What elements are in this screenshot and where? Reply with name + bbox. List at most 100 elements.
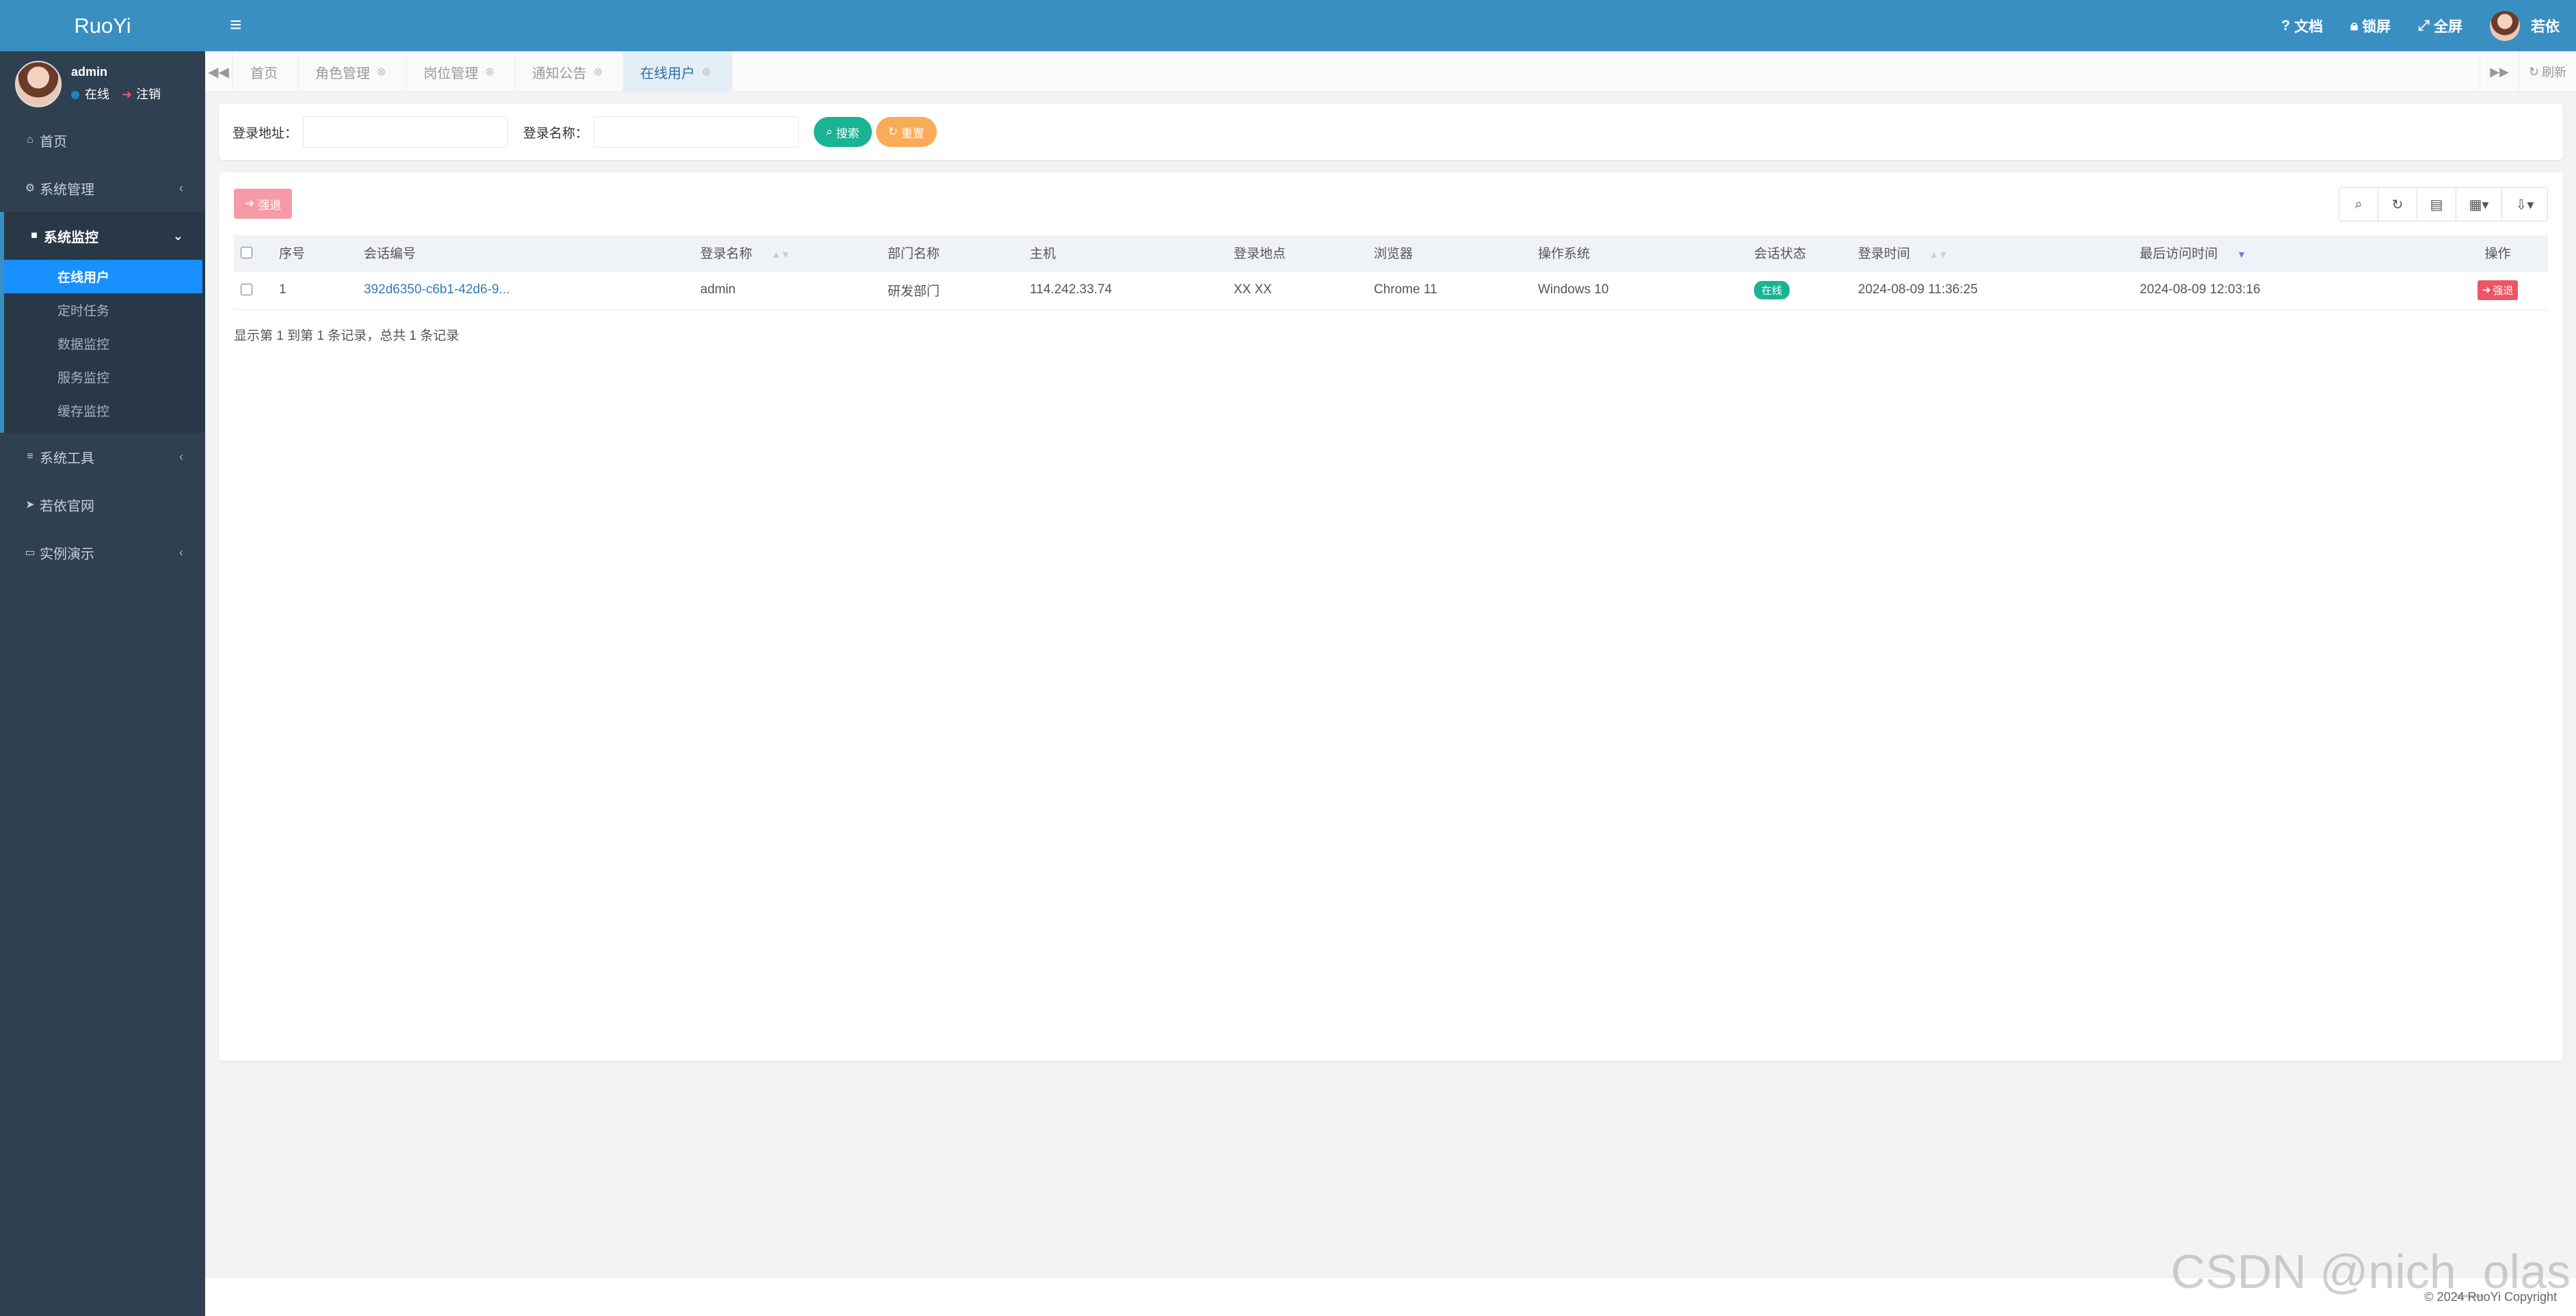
- sidebar-item-label: 实例演示: [40, 546, 94, 562]
- tab-post-management[interactable]: 岗位管理 ⊗: [407, 51, 516, 92]
- sidebar-item-data-monitor[interactable]: 数据监控: [4, 327, 205, 360]
- chevron-left-icon: ‹: [179, 180, 183, 195]
- user-panel: admin 在线 ➜ 注销: [0, 51, 205, 116]
- search-button[interactable]: ⌕ 搜索: [814, 117, 872, 147]
- reset-button[interactable]: ↻ 重置: [875, 117, 937, 147]
- col-header: 会话编号: [357, 235, 693, 271]
- submenu-system-monitor: 在线用户 定时任务 数据监控 服务监控 缓存监控: [0, 260, 205, 433]
- tab-online-users[interactable]: 在线用户 ⊗: [624, 51, 732, 92]
- toggle-search-button[interactable]: ⌕: [2339, 187, 2378, 221]
- avatar[interactable]: [15, 60, 62, 107]
- desktop-icon: ▭: [25, 547, 36, 559]
- fullscreen-link[interactable]: ⤢ 全屏: [2418, 16, 2462, 36]
- row-checkbox[interactable]: [241, 284, 252, 296]
- sidebar-item-demo[interactable]: ▭ 实例演示 ‹: [0, 528, 205, 576]
- cell-login-time: 2024-08-09 11:36:25: [1851, 271, 2133, 310]
- chevron-left-icon: ‹: [179, 449, 183, 464]
- logout-icon: ➜: [122, 88, 133, 101]
- tabs-scroll-right-icon[interactable]: ▶▶: [2480, 51, 2519, 92]
- location-arrow-icon: ➤: [25, 499, 35, 511]
- row-force-logout-button[interactable]: ➜ 强退: [2477, 280, 2519, 300]
- download-icon: ⇩▾: [2515, 197, 2534, 213]
- tabs-scroll-left-icon[interactable]: ◀◀: [205, 51, 233, 92]
- cell-os: Windows 10: [1531, 271, 1747, 310]
- tab-label: 岗位管理: [423, 66, 479, 81]
- cell-last-access: 2024-08-09 12:03:16: [2133, 271, 2447, 310]
- sidebar-item-online-users[interactable]: 在线用户: [4, 260, 202, 293]
- sidebar-item-cache-monitor[interactable]: 缓存监控: [4, 394, 205, 427]
- logout-link[interactable]: ➜ 注销: [122, 85, 161, 103]
- col-header: 部门名称: [881, 235, 1023, 271]
- tab-label: 首页: [250, 66, 278, 81]
- ipaddr-input[interactable]: [303, 116, 509, 148]
- top-navbar: ≡ ? 文档 🔒︎ 锁屏 ⤢ 全屏 若依: [205, 0, 2576, 51]
- docs-link[interactable]: ? 文档: [2281, 16, 2323, 36]
- sidebar-item-official-site[interactable]: ➤ 若依官网: [0, 481, 205, 528]
- select-all-checkbox[interactable]: [241, 247, 252, 259]
- expand-icon: ⤢: [2418, 17, 2430, 33]
- sidebar-item-label: 系统工具: [40, 451, 94, 466]
- video-camera-icon: ■: [31, 230, 38, 241]
- sidebar-item-system-tools[interactable]: ≡ 系统工具 ‹: [0, 433, 205, 481]
- login-name-label: 登录名称：: [523, 126, 589, 141]
- close-icon[interactable]: ⊗: [702, 65, 711, 79]
- lock-screen-link[interactable]: 🔒︎ 锁屏: [2350, 16, 2391, 36]
- online-users-table: 序号 会话编号 登录名称 ▲▼ 部门名称 主机 登录地点 浏览器 操作系统 会话状…: [234, 235, 2548, 310]
- session-id-link[interactable]: 392d6350-c6b1-42d6-9...: [364, 282, 509, 297]
- columns-dropdown-button[interactable]: ▦▾: [2456, 187, 2502, 221]
- export-dropdown-button[interactable]: ⇩▾: [2501, 187, 2548, 221]
- search-icon: ⌕: [826, 125, 833, 138]
- sidebar-item-system-management[interactable]: ⚙ 系统管理 ‹: [0, 164, 205, 212]
- col-header: 操作: [2447, 235, 2548, 271]
- sidebar-item-scheduled-tasks[interactable]: 定时任务: [4, 293, 205, 327]
- refresh-table-button[interactable]: ↻: [2378, 187, 2417, 221]
- th-icon: ▦▾: [2469, 197, 2489, 213]
- table-row: 1 392d6350-c6b1-42d6-9... admin 研发部门 114…: [234, 271, 2548, 310]
- hamburger-menu-icon[interactable]: ≡: [230, 14, 242, 37]
- tab-role-management[interactable]: 角色管理 ⊗: [299, 51, 408, 92]
- col-header-label: 登录名称: [700, 247, 753, 262]
- cell-session-id: 392d6350-c6b1-42d6-9...: [357, 271, 693, 310]
- col-header: 登录地点: [1227, 235, 1367, 271]
- sidebar-item-home[interactable]: ⌂ 首页: [0, 116, 205, 164]
- select-all-checkbox-cell: [234, 235, 272, 271]
- close-icon[interactable]: ⊗: [377, 65, 386, 79]
- sidebar-item-label: 系统管理: [40, 182, 94, 198]
- close-icon[interactable]: ⊗: [594, 65, 602, 79]
- user-menu[interactable]: 若依: [2490, 10, 2560, 41]
- col-header[interactable]: 登录时间 ▲▼: [1851, 235, 2133, 271]
- sidebar-item-label: 系统监控: [44, 230, 98, 245]
- table-toolbar: ⌕ ↻ ▤ ▦▾ ⇩▾: [2339, 187, 2548, 221]
- toggle-view-button[interactable]: ▤: [2417, 187, 2456, 221]
- login-name-input[interactable]: [594, 116, 799, 148]
- col-header[interactable]: 最后访问时间 ▼: [2133, 235, 2447, 271]
- refresh-label: 刷新: [2542, 66, 2566, 79]
- reset-button-label: 重置: [901, 126, 925, 140]
- col-header-label: 登录时间: [1858, 247, 1911, 262]
- cell-browser: Chrome 11: [1367, 271, 1531, 310]
- app-logo[interactable]: RuoYi: [0, 0, 205, 51]
- lock-label: 锁屏: [2362, 18, 2391, 35]
- cell-status: 在线: [1747, 271, 1851, 310]
- home-icon: ⌂: [27, 134, 34, 146]
- row-force-logout-label: 强退: [2493, 284, 2514, 297]
- ipaddr-label: 登录地址：: [233, 126, 298, 141]
- user-name: admin: [71, 65, 108, 79]
- force-logout-label: 强退: [258, 198, 282, 212]
- table-icon: ▤: [2430, 197, 2443, 213]
- sort-icon: ▲▼: [1929, 249, 1948, 260]
- online-users-panel: ➜ 强退 ⌕ ↻ ▤ ▦▾ ⇩▾ 序号 会话编号 登录名称 ▲▼ 部门名称 主机 登…: [219, 172, 2563, 1061]
- force-logout-button[interactable]: ➜ 强退: [234, 189, 293, 219]
- col-header[interactable]: 登录名称 ▲▼: [693, 235, 881, 271]
- sidebar-item-system-monitor[interactable]: ■ 系统监控 ⌄: [0, 212, 205, 260]
- row-checkbox-cell: [234, 271, 272, 310]
- col-header: 操作系统: [1531, 235, 1747, 271]
- sidebar-item-server-monitor[interactable]: 服务监控: [4, 360, 205, 394]
- avatar: [2490, 10, 2520, 41]
- refresh-tab-button[interactable]: ↻ 刷新: [2518, 51, 2576, 92]
- col-header: 序号: [272, 235, 357, 271]
- tab-notice[interactable]: 通知公告 ⊗: [516, 51, 624, 92]
- tab-home[interactable]: 首页: [234, 51, 299, 92]
- tabs-bar: ◀◀ 首页 角色管理 ⊗ 岗位管理 ⊗ 通知公告 ⊗ 在线用户 ⊗ ▶▶ ↻ 刷新: [205, 51, 2576, 92]
- close-icon[interactable]: ⊗: [485, 65, 494, 79]
